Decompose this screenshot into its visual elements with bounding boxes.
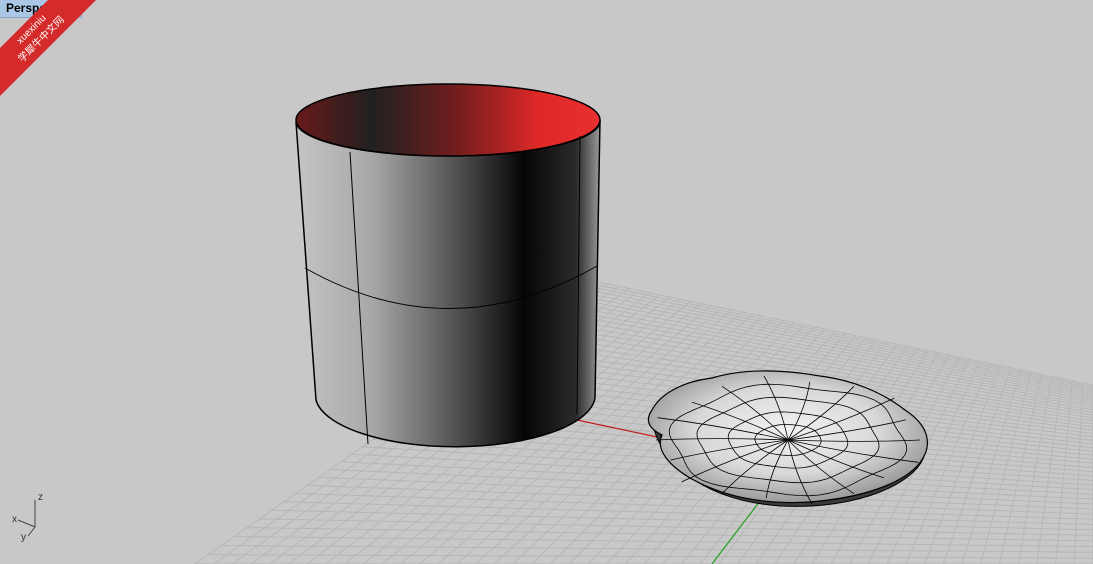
axis-label-x: x bbox=[12, 514, 17, 525]
axis-label-y: y bbox=[21, 532, 26, 543]
axis-label-z: z bbox=[38, 492, 43, 503]
cylinder-rim-interior bbox=[295, 83, 601, 157]
viewport-canvas[interactable]: z x y bbox=[0, 0, 1093, 564]
y-axis-line bbox=[711, 500, 761, 564]
axis-widget: z x y bbox=[12, 492, 43, 543]
cylinder-outer-surface bbox=[295, 119, 601, 448]
cylinder-object[interactable] bbox=[295, 83, 601, 448]
perspective-viewport[interactable]: z x y bbox=[0, 0, 1093, 564]
